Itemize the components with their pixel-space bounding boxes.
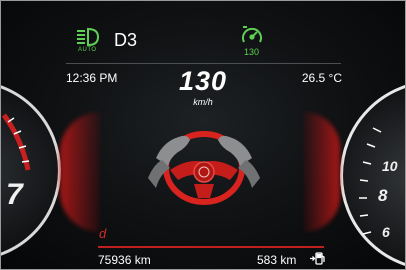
headlight-auto-icon xyxy=(77,27,100,47)
speedometer-numeral-10: 10 xyxy=(382,158,398,174)
bottom-divider xyxy=(98,246,324,248)
fuel-range: 583 km xyxy=(257,253,297,267)
tachometer-red-zone xyxy=(1,113,31,171)
speedometer-numeral-8: 8 xyxy=(378,186,388,205)
drive-mode-indicator: d xyxy=(99,226,107,241)
cruise-set-speed: 130 xyxy=(244,47,260,57)
odometer: 75936 km xyxy=(98,253,151,267)
cruise-control-icon xyxy=(242,26,262,43)
gear-indicator: D3 xyxy=(114,30,138,50)
speed-unit: km/h xyxy=(193,97,213,107)
current-speed: 130 xyxy=(178,66,228,96)
tachometer-numeral: 7 xyxy=(6,178,23,211)
fuel-pump-icon xyxy=(310,252,325,265)
top-divider xyxy=(66,63,341,64)
headlight-mode-label: AUTO xyxy=(78,47,97,53)
steering-wheel-icon xyxy=(148,131,260,205)
instrument-cluster: 7 10 8 6 AUTO D3 130 12:36 PM 26.5 °C 13… xyxy=(0,0,406,270)
left-red-glow xyxy=(60,112,100,232)
speedometer-numeral-6: 6 xyxy=(382,224,390,240)
right-red-glow xyxy=(304,112,340,232)
